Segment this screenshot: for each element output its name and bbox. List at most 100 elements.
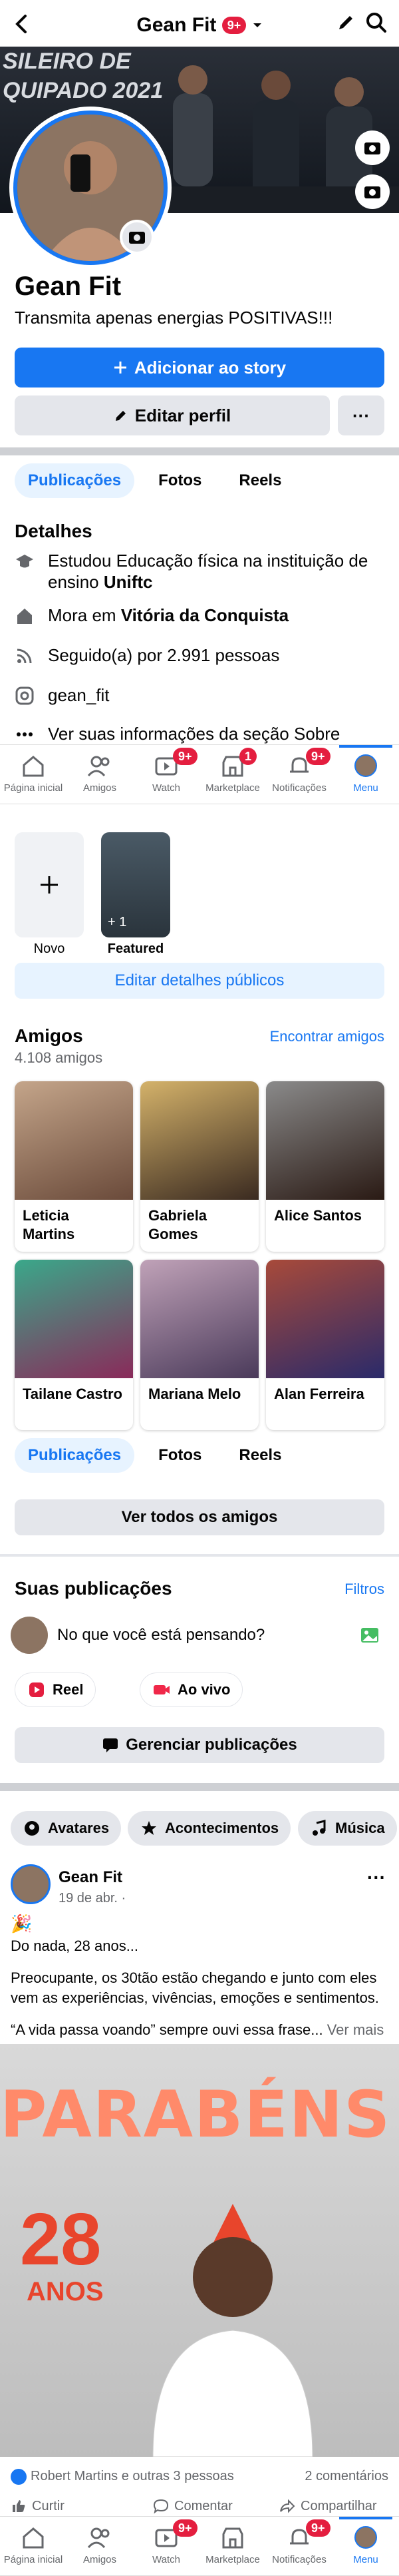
more-options-button[interactable]: ··· bbox=[338, 395, 384, 435]
manage-posts-button[interactable]: Gerenciar publicações bbox=[15, 1727, 384, 1763]
reactions-text[interactable]: Robert Martins e outras 3 pessoas bbox=[31, 2469, 234, 2484]
friends-icon bbox=[86, 753, 113, 778]
nav-menu-label: Menu bbox=[353, 2554, 378, 2565]
nav-menu[interactable]: Menu bbox=[332, 745, 399, 804]
search-icon[interactable] bbox=[363, 9, 390, 36]
nav-friends-label: Amigos bbox=[82, 2554, 117, 2565]
share-label: Compartilhar bbox=[301, 2498, 377, 2513]
thumbs-up-icon bbox=[11, 2498, 27, 2514]
edit-profile-button[interactable]: Editar perfil bbox=[15, 395, 330, 435]
details-title: Detalhes bbox=[15, 521, 92, 541]
composer-input[interactable]: No que você está pensando? bbox=[57, 1626, 265, 1645]
comments-count[interactable]: 2 comentários bbox=[305, 2469, 388, 2484]
see-more-link[interactable]: Ver mais bbox=[327, 2021, 384, 2038]
live-button[interactable]: Ao vivo bbox=[140, 1673, 243, 1707]
nav-menu[interactable]: Menu bbox=[332, 2517, 399, 2575]
nav-marketplace[interactable]: 1 Marketplace bbox=[200, 745, 266, 804]
profile-tabs-secondary: Publicações Fotos Reels bbox=[15, 1438, 295, 1473]
chip-acontecimentos[interactable]: Acontecimentos bbox=[128, 1811, 291, 1846]
post-image[interactable]: PARABÉNS! 28 ANOS bbox=[0, 2044, 399, 2457]
filters-link[interactable]: Filtros bbox=[344, 1581, 384, 1598]
like-label: Curtir bbox=[32, 2498, 65, 2513]
featured-highlight[interactable]: + 1 bbox=[101, 832, 170, 937]
chip-label: Acontecimentos bbox=[165, 1820, 279, 1836]
post-text-line3-content: “A vida passa voando” sempre ouvi essa f… bbox=[11, 2021, 323, 2038]
tab-reels[interactable]: Reels bbox=[225, 463, 295, 498]
friend-name: Mariana Melo bbox=[148, 1386, 241, 1402]
post-author-name[interactable]: Gean Fit bbox=[59, 1868, 122, 1887]
detail-about-link[interactable]: Ver suas informações da seção Sobre bbox=[15, 723, 340, 744]
tab-publicacoes[interactable]: Publicações bbox=[15, 1438, 135, 1473]
nav-home[interactable]: Página inicial bbox=[0, 745, 66, 804]
new-highlight-button[interactable] bbox=[15, 832, 84, 937]
friends-title: Amigos bbox=[15, 1025, 83, 1046]
friend-name: Leticia Martins bbox=[23, 1207, 75, 1242]
chip-musica[interactable]: Música bbox=[298, 1811, 397, 1846]
education-place[interactable]: Uniftc bbox=[104, 572, 153, 592]
post-author-avatar[interactable] bbox=[11, 1864, 51, 1904]
friend-card[interactable]: Tailane Castro bbox=[15, 1260, 133, 1430]
ellipsis-icon bbox=[15, 724, 35, 744]
featured-label: Featured bbox=[107, 941, 164, 956]
friend-card[interactable]: Alice Santos bbox=[266, 1081, 384, 1252]
nav-watch-label: Watch bbox=[152, 782, 180, 794]
tab-fotos[interactable]: Fotos bbox=[145, 463, 215, 498]
nav-home[interactable]: Página inicial bbox=[0, 2517, 66, 2575]
reel-icon bbox=[27, 1680, 46, 1699]
friends-count: 4.108 amigos bbox=[15, 1049, 103, 1066]
friend-name: Alan Ferreira bbox=[274, 1386, 364, 1402]
tab-publicacoes[interactable]: Publicações bbox=[15, 463, 135, 498]
detail-instagram[interactable]: gean_fit bbox=[15, 684, 110, 706]
nav-notifications-badge: 9+ bbox=[306, 2519, 331, 2537]
photo-icon[interactable] bbox=[359, 1625, 380, 1646]
nav-marketplace[interactable]: Marketplace bbox=[200, 2517, 266, 2575]
share-icon bbox=[279, 2498, 295, 2514]
detail-lives: Mora em Vitória da Conquista bbox=[15, 605, 289, 626]
nav-friends[interactable]: Amigos bbox=[66, 745, 133, 804]
find-friends-link[interactable]: Encontrar amigos bbox=[270, 1028, 384, 1045]
party-emoji-icon: 🎉 bbox=[11, 1914, 33, 1933]
friend-card[interactable]: Gabriela Gomes bbox=[140, 1081, 259, 1252]
post-more-icon[interactable]: ··· bbox=[367, 1867, 386, 1888]
home-icon bbox=[15, 606, 35, 626]
image-title: PARABÉNS! bbox=[0, 2077, 399, 2152]
cover-camera-button[interactable] bbox=[355, 130, 390, 165]
chip-avatares[interactable]: Avatares bbox=[11, 1811, 122, 1846]
camera-icon[interactable] bbox=[355, 174, 390, 209]
education-text: Estudou Educação física na instituição d… bbox=[48, 551, 368, 592]
menu-avatar-icon bbox=[352, 753, 379, 778]
friend-card[interactable]: Mariana Melo bbox=[140, 1260, 259, 1430]
nav-notifications[interactable]: 9+ Notificações bbox=[266, 2517, 332, 2575]
plus-icon bbox=[113, 360, 128, 375]
menu-avatar-icon bbox=[352, 2525, 379, 2550]
lives-place[interactable]: Vitória da Conquista bbox=[121, 605, 289, 625]
image-age: 28 bbox=[20, 2198, 102, 2280]
reel-button[interactable]: Reel bbox=[15, 1673, 96, 1707]
friend-name: Alice Santos bbox=[274, 1207, 362, 1224]
avatar-camera-icon[interactable] bbox=[120, 220, 154, 254]
share-button[interactable]: Compartilhar bbox=[279, 2498, 376, 2514]
post-text-line1: Do nada, 28 anos... bbox=[11, 1937, 139, 1954]
edit-public-details-button[interactable]: Editar detalhes públicos bbox=[15, 963, 384, 999]
nav-watch[interactable]: 9+ Watch bbox=[133, 2517, 200, 2575]
pencil-icon bbox=[114, 408, 128, 423]
live-video-icon bbox=[152, 1680, 171, 1699]
nav-watch-label: Watch bbox=[152, 2554, 180, 2565]
see-all-friends-button[interactable]: Ver todos os amigos bbox=[15, 1499, 384, 1535]
pencil-icon[interactable] bbox=[332, 9, 359, 36]
section-divider bbox=[0, 447, 399, 455]
tab-reels[interactable]: Reels bbox=[225, 1438, 295, 1473]
section-divider bbox=[0, 1554, 399, 1557]
home-icon bbox=[20, 2525, 47, 2550]
add-story-button[interactable]: Adicionar ao story bbox=[15, 348, 384, 387]
tab-fotos[interactable]: Fotos bbox=[145, 1438, 215, 1473]
like-button[interactable]: Curtir bbox=[11, 2498, 65, 2514]
friend-card[interactable]: Alan Ferreira bbox=[266, 1260, 384, 1430]
friend-card[interactable]: Leticia Martins bbox=[15, 1081, 133, 1252]
nav-notifications[interactable]: 9+ Notificações bbox=[266, 745, 332, 804]
comment-button[interactable]: Comentar bbox=[153, 2498, 233, 2514]
detail-followers[interactable]: Seguido(a) por 2.991 pessoas bbox=[15, 644, 279, 666]
nav-friends[interactable]: Amigos bbox=[66, 2517, 133, 2575]
nav-watch[interactable]: 9+ Watch bbox=[133, 745, 200, 804]
post-date: 19 de abr. · bbox=[59, 1891, 126, 1906]
